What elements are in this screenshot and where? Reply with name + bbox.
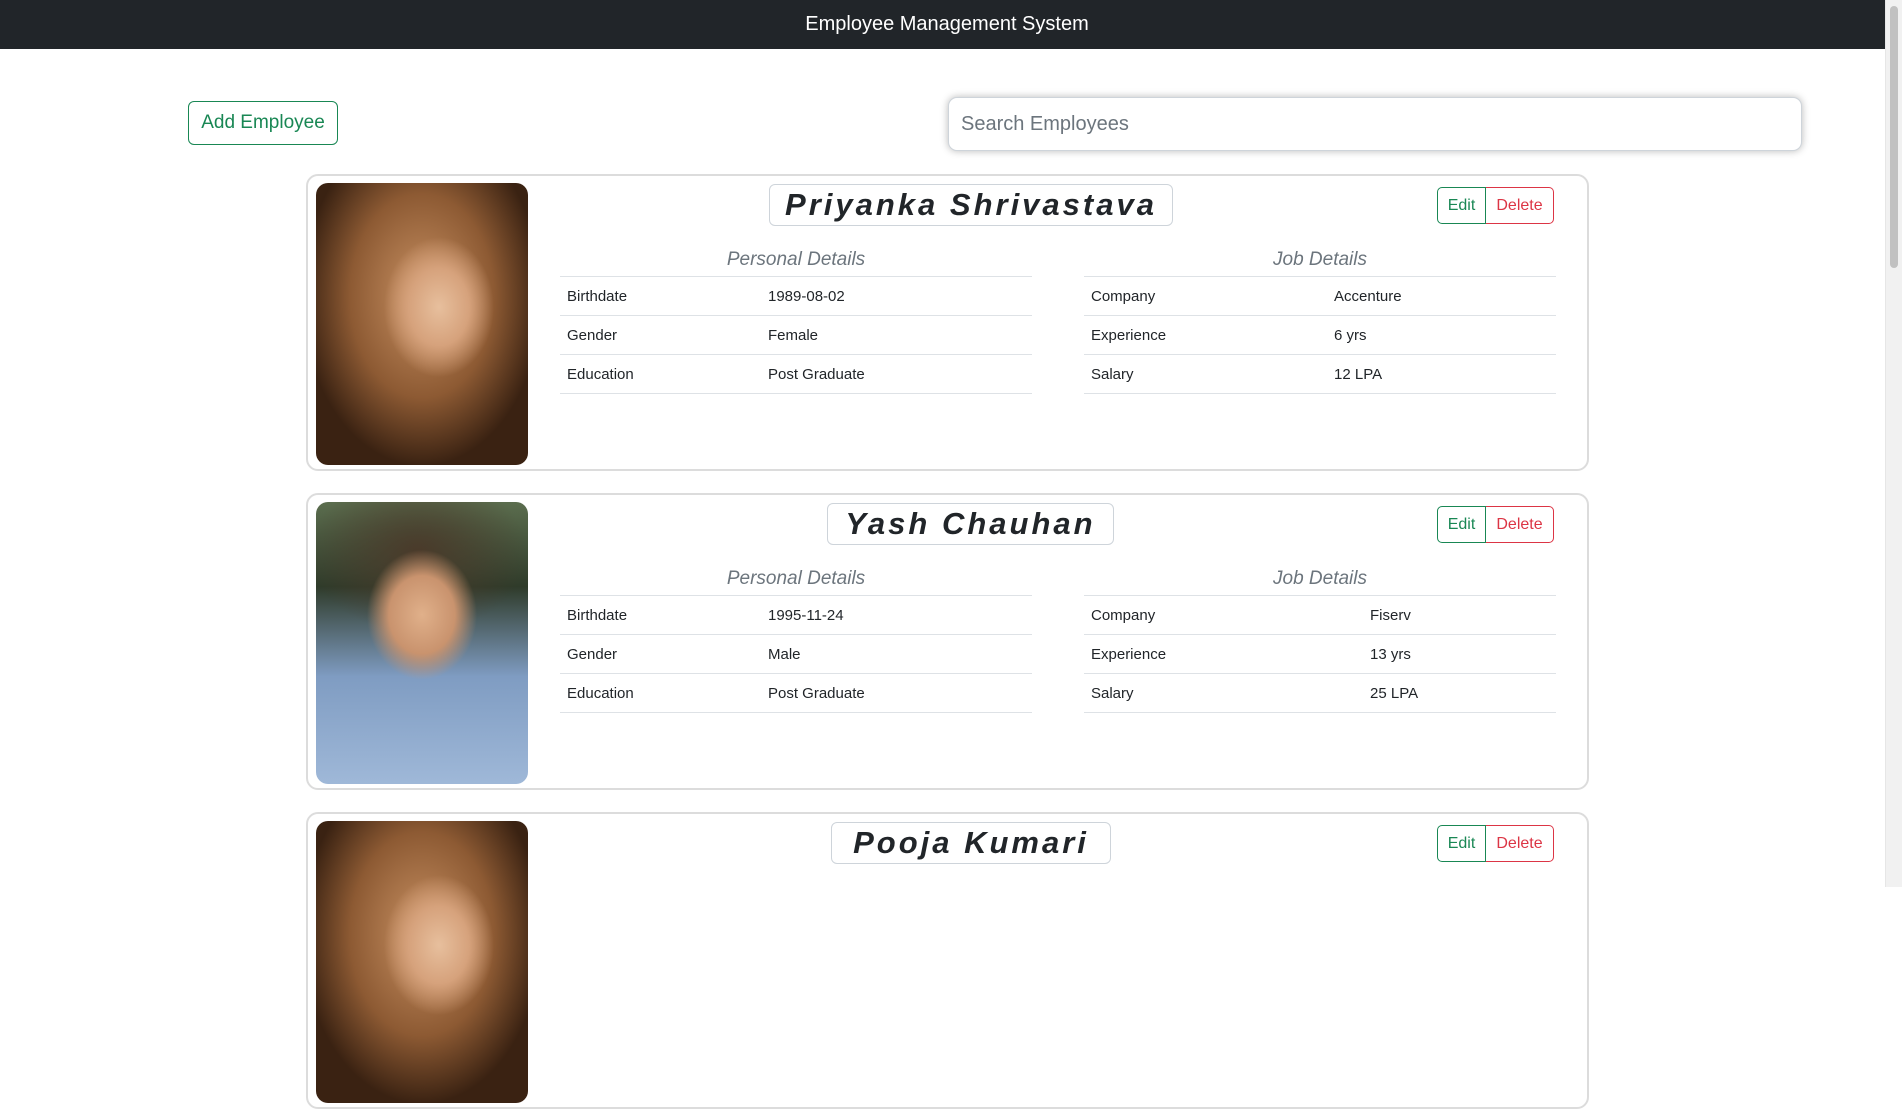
row-value: Male [761,634,1032,674]
row-label: Experience [1084,634,1363,674]
employee-name: Yash Chauhan [827,503,1114,545]
card-actions: Edit Delete [1437,825,1554,862]
job-details: Job Details Company Accenture Experience… [1084,248,1556,394]
personal-details-title: Personal Details [726,568,866,589]
row-label: Gender [560,634,761,674]
edit-button[interactable]: Edit [1437,825,1486,862]
job-details-table: Company Accenture Experience 6 yrs Salar… [1084,276,1556,394]
row-label: Salary [1084,354,1327,394]
personal-details: Personal Details Birthdate 1995-11-24 Ge… [560,567,1032,713]
delete-button[interactable]: Delete [1486,506,1554,543]
edit-button[interactable]: Edit [1437,506,1486,543]
row-label: Education [560,354,761,394]
job-details-title: Job Details [1273,568,1367,589]
row-value: Post Graduate [761,673,1032,713]
employee-photo [316,502,528,784]
employee-card: Pooja Kumari Edit Delete [306,812,1589,1109]
table-row: Gender Male [560,634,1032,674]
table-row: Gender Female [560,315,1032,355]
row-label: Education [560,673,761,713]
row-label: Gender [560,315,761,355]
row-label: Birthdate [560,595,761,635]
table-row: Company Accenture [1084,276,1556,316]
job-details: Job Details Company Fiserv Experience 13… [1084,567,1556,713]
row-label: Salary [1084,673,1363,713]
scrollbar-thumb[interactable] [1890,6,1898,268]
navbar: Employee Management System [0,0,1902,49]
table-row: Salary 12 LPA [1084,354,1556,394]
row-label: Company [1084,595,1363,635]
edit-button[interactable]: Edit [1437,187,1486,224]
job-details-title: Job Details [1273,249,1367,270]
row-label: Company [1084,276,1327,316]
search-input[interactable] [948,97,1802,151]
row-value: 25 LPA [1363,673,1556,713]
delete-button[interactable]: Delete [1486,187,1554,224]
employee-photo [316,183,528,465]
row-value: Post Graduate [761,354,1032,394]
personal-details-title: Personal Details [726,249,866,270]
delete-button[interactable]: Delete [1486,825,1554,862]
row-label: Birthdate [560,276,761,316]
row-value: 6 yrs [1327,315,1556,355]
employee-name: Pooja Kumari [831,822,1111,864]
table-row: Experience 13 yrs [1084,634,1556,674]
table-row: Education Post Graduate [560,354,1032,394]
table-row: Birthdate 1995-11-24 [560,595,1032,635]
personal-details: Personal Details Birthdate 1989-08-02 Ge… [560,248,1032,394]
app-title: Employee Management System [805,13,1089,35]
employee-name: Priyanka Shrivastava [769,184,1173,226]
add-employee-button[interactable]: Add Employee [188,101,338,145]
row-value: 12 LPA [1327,354,1556,394]
row-value: 13 yrs [1363,634,1556,674]
row-label: Experience [1084,315,1327,355]
table-row: Education Post Graduate [560,673,1032,713]
row-value: 1989-08-02 [761,276,1032,316]
card-actions: Edit Delete [1437,187,1554,224]
personal-details-table: Birthdate 1995-11-24 Gender Male Educati… [560,595,1032,713]
employee-card: Yash Chauhan Edit Delete Personal Detail… [306,493,1589,790]
row-value: Female [761,315,1032,355]
table-row: Birthdate 1989-08-02 [560,276,1032,316]
row-value: 1995-11-24 [761,595,1032,635]
table-row: Experience 6 yrs [1084,315,1556,355]
job-details-table: Company Fiserv Experience 13 yrs Salary … [1084,595,1556,713]
row-value: Accenture [1327,276,1556,316]
row-value: Fiserv [1363,595,1556,635]
card-actions: Edit Delete [1437,506,1554,543]
personal-details-table: Birthdate 1989-08-02 Gender Female Educa… [560,276,1032,394]
table-row: Salary 25 LPA [1084,673,1556,713]
page-scrollbar[interactable] [1885,0,1902,887]
employee-card: Priyanka Shrivastava Edit Delete Persona… [306,174,1589,471]
table-row: Company Fiserv [1084,595,1556,635]
employee-photo [316,821,528,1103]
